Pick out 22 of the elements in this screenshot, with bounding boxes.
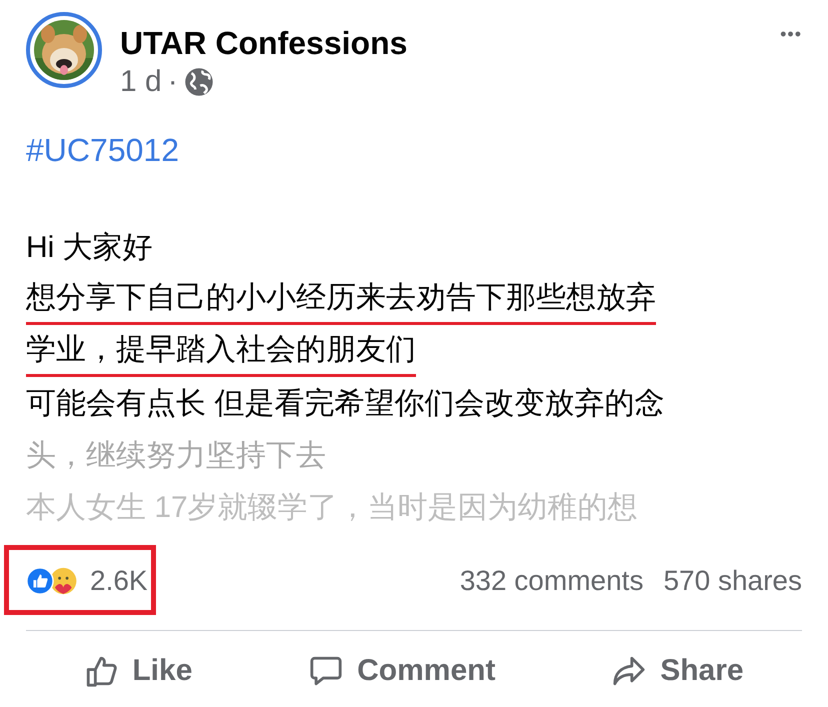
arrow-icon xyxy=(612,654,646,688)
post-text-line: 头，继续努力坚持下去 xyxy=(26,438,326,474)
post-text-line: Hi 大家好 xyxy=(26,230,153,266)
reaction-count[interactable]: 2.6K xyxy=(90,565,148,597)
more-options-button[interactable]: ••• xyxy=(780,24,802,44)
post-text-line: 可能会有点长 但是看完希望你们会改变放弃的念 xyxy=(26,386,664,422)
post-text-line: 想分享下自己的小小经历来去劝告下那些想放弃 xyxy=(26,274,656,325)
share-button[interactable]: Share xyxy=(602,648,754,694)
speech-bubble-icon xyxy=(309,654,344,688)
hashtag-link[interactable]: #UC75012 xyxy=(26,130,179,170)
post-time[interactable]: 1 d xyxy=(120,64,162,100)
comment-count[interactable]: 332 comments xyxy=(460,565,644,597)
share-count[interactable]: 570 shares xyxy=(663,565,802,597)
page-name[interactable]: UTAR Confessions xyxy=(120,24,780,62)
post-text-line: 学业，提早踏入社会的朋友们 xyxy=(26,326,416,377)
post-text-line: 本人女生 17岁就辍学了，当时是因为幼稚的想 xyxy=(26,490,638,526)
thumbs-up-icon xyxy=(84,654,118,688)
avatar[interactable] xyxy=(26,12,102,88)
globe-icon xyxy=(184,67,214,97)
separator: · xyxy=(168,64,178,100)
comment-button[interactable]: Comment xyxy=(299,648,506,694)
like-button[interactable]: Like xyxy=(74,648,202,694)
